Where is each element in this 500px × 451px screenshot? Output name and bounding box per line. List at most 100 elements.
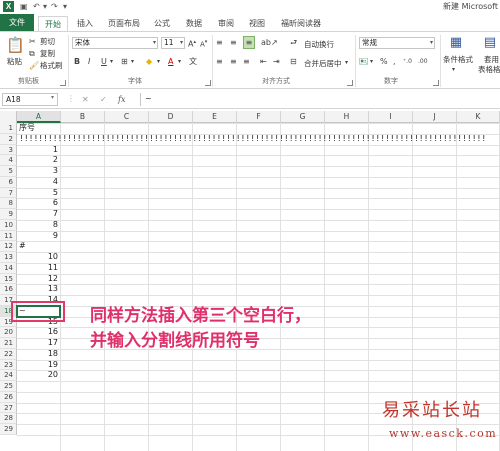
column-header-h[interactable]: H	[325, 111, 369, 123]
cell-a24[interactable]: 20	[19, 370, 60, 381]
accounting-format-icon[interactable]: 🖭	[359, 56, 368, 67]
fill-color-icon[interactable]: ◆	[146, 56, 152, 67]
row-header-25[interactable]: 25	[0, 381, 17, 392]
format-as-table-label-2[interactable]: 表格格式	[478, 64, 500, 75]
row-header-28[interactable]: 28	[0, 413, 17, 424]
cell-a14[interactable]: 11	[19, 263, 60, 274]
row-header-27[interactable]: 27	[0, 402, 17, 414]
borders-dropdown-icon[interactable]: ▾	[131, 56, 134, 67]
underline-dropdown-icon[interactable]: ▾	[110, 56, 113, 67]
clipboard-launcher-icon[interactable]	[60, 80, 66, 86]
percent-icon[interactable]: %	[380, 56, 388, 67]
select-all-corner[interactable]	[0, 111, 17, 123]
row-header-3[interactable]: 3	[0, 144, 17, 156]
phonetic-icon[interactable]: 文	[189, 56, 197, 67]
name-box-dropdown-icon[interactable]: ▾	[51, 94, 54, 101]
align-bottom-icon[interactable]: ≡	[243, 36, 255, 49]
column-header-f[interactable]: F	[237, 111, 281, 123]
number-format-select[interactable]: 常规 ▾	[359, 37, 435, 49]
font-name-select[interactable]: 宋体 ▾	[72, 37, 158, 49]
tab-file[interactable]: 文件	[0, 14, 34, 31]
row-header-15[interactable]: 15	[0, 273, 17, 285]
tab-formulas[interactable]: 公式	[150, 16, 174, 31]
merge-center-button[interactable]: 合并后居中	[304, 58, 342, 69]
font-color-icon[interactable]: A	[168, 56, 173, 67]
column-header-d[interactable]: D	[149, 111, 193, 123]
row-header-29[interactable]: 29	[0, 424, 17, 435]
cell-a11[interactable]: 9	[19, 231, 60, 242]
tab-review[interactable]: 审阅	[214, 16, 238, 31]
italic-button[interactable]: I	[88, 56, 90, 67]
cell-a3[interactable]: 1	[19, 145, 60, 156]
paste-icon[interactable]: 📋	[6, 36, 25, 54]
paste-button-label[interactable]: 粘贴	[7, 56, 22, 67]
underline-button[interactable]: U	[101, 56, 107, 67]
number-launcher-icon[interactable]	[433, 80, 439, 86]
undo-icon[interactable]: ↶	[33, 0, 40, 14]
row-header-11[interactable]: 11	[0, 230, 17, 242]
merge-dropdown-icon[interactable]: ▾	[345, 57, 348, 68]
conditional-formatting-icon[interactable]: ▦	[448, 35, 464, 51]
increase-decimal-icon[interactable]: ⁺.0	[403, 56, 412, 67]
shrink-font-icon[interactable]: A▾	[200, 37, 207, 50]
column-header-b[interactable]: B	[61, 111, 105, 123]
cancel-icon[interactable]: ✕	[82, 94, 89, 105]
cell-a22[interactable]: 18	[19, 349, 60, 360]
cell-a15[interactable]: 12	[19, 274, 60, 285]
formula-input[interactable]: ~	[140, 93, 498, 106]
row-header-24[interactable]: 24	[0, 370, 17, 381]
copy-icon[interactable]: ⧉	[29, 48, 35, 59]
borders-icon[interactable]: ⊞	[121, 56, 128, 67]
conditional-dropdown-icon[interactable]: ▾	[452, 64, 455, 75]
cell-a1[interactable]: 序号	[19, 123, 60, 134]
column-header-k[interactable]: K	[457, 111, 500, 123]
tab-insert[interactable]: 插入	[73, 16, 97, 31]
cell-a4[interactable]: 2	[19, 155, 60, 166]
bold-button[interactable]: B	[74, 56, 80, 67]
font-size-select[interactable]: 11 ▾	[161, 37, 185, 49]
tab-view[interactable]: 视图	[245, 16, 269, 31]
row-header-23[interactable]: 23	[0, 359, 17, 371]
font-launcher-icon[interactable]	[205, 80, 211, 86]
row-header-20[interactable]: 20	[0, 327, 17, 338]
column-header-c[interactable]: C	[105, 111, 149, 123]
format-as-table-icon[interactable]: ▤	[482, 35, 498, 51]
alignment-launcher-icon[interactable]	[347, 80, 353, 86]
row-header-4[interactable]: 4	[0, 155, 17, 166]
row-header-10[interactable]: 10	[0, 219, 17, 231]
conditional-formatting-button[interactable]: 条件格式	[443, 54, 473, 65]
cell-a12[interactable]: #	[19, 241, 60, 252]
align-left-icon[interactable]: ≡	[216, 56, 223, 67]
cell-a5[interactable]: 3	[19, 166, 60, 177]
comma-style-icon[interactable]: ,	[393, 56, 396, 67]
enter-icon[interactable]: ✓	[100, 94, 107, 105]
cell-a2-separator[interactable]: !!!!!!!!!!!!!!!!!!!!!!!!!!!!!!!!!!!!!!!!…	[19, 134, 499, 145]
cell-a7[interactable]: 5	[19, 188, 60, 199]
row-header-6[interactable]: 6	[0, 176, 17, 188]
font-color-dropdown-icon[interactable]: ▾	[178, 56, 181, 67]
row-header-12[interactable]: 12	[0, 241, 17, 252]
undo-dropdown-icon[interactable]: ▾	[43, 0, 47, 14]
row-header-5[interactable]: 5	[0, 166, 17, 177]
tab-data[interactable]: 数据	[182, 16, 206, 31]
row-header-21[interactable]: 21	[0, 338, 17, 349]
row-header-8[interactable]: 8	[0, 198, 17, 209]
format-painter-icon[interactable]: 🖌	[29, 60, 39, 71]
row-header-16[interactable]: 16	[0, 284, 17, 295]
copy-button[interactable]: 复制	[40, 48, 55, 59]
cell-a20[interactable]: 16	[19, 327, 60, 338]
cut-icon[interactable]: ✂	[29, 36, 36, 47]
column-header-a[interactable]: A	[17, 111, 61, 123]
column-header-i[interactable]: I	[369, 111, 413, 123]
cut-button[interactable]: 剪切	[40, 36, 55, 47]
column-header-e[interactable]: E	[193, 111, 237, 123]
cell-a6[interactable]: 4	[19, 177, 60, 188]
align-right-icon[interactable]: ≡	[243, 56, 250, 67]
tab-foxit-reader[interactable]: 福昕阅读器	[276, 16, 326, 31]
fill-color-dropdown-icon[interactable]: ▾	[157, 56, 160, 67]
column-header-j[interactable]: J	[413, 111, 457, 123]
row-header-1[interactable]: 1	[0, 123, 17, 134]
accounting-dropdown-icon[interactable]: ▾	[370, 56, 373, 67]
wrap-text-icon[interactable]: ⮐	[290, 37, 297, 48]
orientation-icon[interactable]: ab↗	[261, 37, 278, 48]
